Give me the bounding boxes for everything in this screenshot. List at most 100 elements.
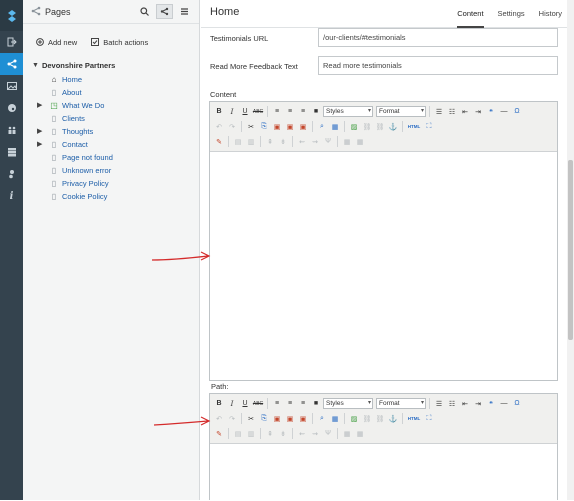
insert-row-after-icon[interactable]: ⇟ <box>277 136 289 148</box>
tree-item-unknown-error[interactable]: ▯ Unknown error <box>49 166 111 175</box>
logo-icon[interactable] <box>0 0 23 31</box>
tab-content[interactable]: Content <box>457 0 484 28</box>
cut-icon[interactable]: ✂ <box>245 121 257 133</box>
indent-icon[interactable]: ⇥ <box>472 106 484 118</box>
underline-icon[interactable]: U <box>239 398 251 410</box>
list-view-icon[interactable] <box>176 4 193 19</box>
delete-col-icon[interactable]: Ψ <box>322 428 334 440</box>
find-icon[interactable]: ⌕ <box>316 413 328 425</box>
logout-icon[interactable] <box>0 31 23 53</box>
anchor-icon[interactable]: ⚓ <box>387 121 399 133</box>
delete-col-icon[interactable]: Ψ <box>322 136 334 148</box>
align-center-icon[interactable]: ≡ <box>284 106 296 118</box>
table-icon[interactable]: ▦ <box>329 413 341 425</box>
bold-icon[interactable]: B <box>213 398 225 410</box>
tree-root[interactable]: ▼ Devonshire Partners <box>32 61 115 70</box>
outdent-icon[interactable]: ⇤ <box>459 106 471 118</box>
format-dropdown[interactable]: Format <box>376 398 426 409</box>
find-icon[interactable]: ⌕ <box>316 121 328 133</box>
read-more-field[interactable]: Read more testimonials <box>318 56 558 75</box>
paste-word-icon[interactable]: ▣ <box>297 121 309 133</box>
copy-icon[interactable]: ⎘ <box>258 121 270 133</box>
main-scrollbar[interactable] <box>567 0 574 500</box>
tab-settings[interactable]: Settings <box>498 0 525 28</box>
special-char-icon[interactable]: Ω <box>511 106 523 118</box>
tree-item-page-not-found[interactable]: ▯ Page not found <box>49 153 113 162</box>
italic-icon[interactable]: I <box>226 106 238 118</box>
copy-icon[interactable]: ⎘ <box>258 413 270 425</box>
blockquote-icon[interactable]: ❝ <box>485 106 497 118</box>
split-cells-icon[interactable]: ▦ <box>341 136 353 148</box>
undo-icon[interactable]: ↶ <box>213 413 225 425</box>
strikethrough-icon[interactable]: ABC <box>252 398 264 410</box>
paste-text-icon[interactable]: ▣ <box>284 413 296 425</box>
info-icon[interactable]: i <box>0 185 23 207</box>
indent-icon[interactable]: ⇥ <box>472 398 484 410</box>
expand-right-icon[interactable]: ▶ <box>37 140 42 148</box>
horizontal-rule-icon[interactable]: — <box>498 106 510 118</box>
tree-item-about[interactable]: ▯ About <box>49 88 82 97</box>
tree-item-contact[interactable]: ▯ Contact <box>49 140 88 149</box>
database-icon[interactable] <box>0 141 23 163</box>
align-justify-icon[interactable]: ■ <box>310 398 322 410</box>
styles-dropdown[interactable]: Styles <box>323 398 373 409</box>
link-icon[interactable]: ⛓ <box>361 121 373 133</box>
insert-col-before-icon[interactable]: ⇜ <box>296 428 308 440</box>
tree-item-what-we-do[interactable]: ◳ What We Do <box>49 101 104 110</box>
undo-icon[interactable]: ↶ <box>213 121 225 133</box>
insert-image-icon[interactable]: ▨ <box>348 413 360 425</box>
insert-col-after-icon[interactable]: ⇝ <box>309 428 321 440</box>
expand-down-icon[interactable]: ▼ <box>32 62 39 69</box>
tab-history[interactable]: History <box>539 0 562 28</box>
paste-text-icon[interactable]: ▣ <box>284 121 296 133</box>
numbered-list-icon[interactable]: ☷ <box>446 106 458 118</box>
insert-row-before-icon[interactable]: ⇞ <box>264 136 276 148</box>
table-row-icon[interactable]: ▤ <box>232 136 244 148</box>
anchor-icon[interactable]: ⚓ <box>387 413 399 425</box>
link-icon[interactable]: ⛓ <box>361 413 373 425</box>
fullscreen-icon[interactable]: ⛶ <box>423 121 435 133</box>
table-col-icon[interactable]: ▥ <box>245 428 257 440</box>
align-justify-icon[interactable]: ■ <box>310 106 322 118</box>
expand-right-icon[interactable]: ▶ <box>37 127 42 135</box>
redo-icon[interactable]: ↷ <box>226 413 238 425</box>
expand-right-icon[interactable]: ▶ <box>37 101 42 109</box>
redo-icon[interactable]: ↷ <box>226 121 238 133</box>
merge-cells-icon[interactable]: ▦ <box>354 136 366 148</box>
styles-dropdown[interactable]: Styles <box>323 106 373 117</box>
insert-row-after-icon[interactable]: ⇟ <box>277 428 289 440</box>
tree-item-cookie-policy[interactable]: ▯ Cookie Policy <box>49 192 108 201</box>
bullet-list-icon[interactable]: ☰ <box>433 398 445 410</box>
add-new-button[interactable]: Add new <box>36 38 77 47</box>
align-left-icon[interactable]: ≡ <box>271 106 283 118</box>
split-cells-icon[interactable]: ▦ <box>341 428 353 440</box>
sitetree-icon[interactable] <box>0 53 23 75</box>
editor-body[interactable] <box>210 444 557 501</box>
search-icon[interactable] <box>136 4 153 19</box>
testimonials-url-field[interactable]: /our-clients/#testimonials <box>318 28 558 47</box>
unlink-icon[interactable]: ⛓ <box>374 413 386 425</box>
table-col-icon[interactable]: ▥ <box>245 136 257 148</box>
tree-item-clients[interactable]: ▯ Clients <box>49 114 85 123</box>
align-center-icon[interactable]: ≡ <box>284 398 296 410</box>
underline-icon[interactable]: U <box>239 106 251 118</box>
insert-row-before-icon[interactable]: ⇞ <box>264 428 276 440</box>
insert-image-icon[interactable]: ▨ <box>348 121 360 133</box>
paste-icon[interactable]: ▣ <box>271 121 283 133</box>
paste-icon[interactable]: ▣ <box>271 413 283 425</box>
bullet-list-icon[interactable]: ☰ <box>433 106 445 118</box>
table-row-icon[interactable]: ▤ <box>232 428 244 440</box>
bold-icon[interactable]: B <box>213 106 225 118</box>
special-char-icon[interactable]: Ω <box>511 398 523 410</box>
edit-icon[interactable]: ✎ <box>213 428 225 440</box>
table-icon[interactable]: ▦ <box>329 121 341 133</box>
paste-word-icon[interactable]: ▣ <box>297 413 309 425</box>
settings-icon[interactable] <box>0 163 23 185</box>
scrollbar-thumb[interactable] <box>568 160 573 340</box>
html-source-icon[interactable]: HTML <box>406 121 422 133</box>
insert-col-after-icon[interactable]: ⇝ <box>309 136 321 148</box>
edit-icon[interactable]: ✎ <box>213 136 225 148</box>
strikethrough-icon[interactable]: ABC <box>252 106 264 118</box>
tree-item-thoughts[interactable]: ▯ Thoughts <box>49 127 93 136</box>
editor-body[interactable] <box>210 152 557 384</box>
